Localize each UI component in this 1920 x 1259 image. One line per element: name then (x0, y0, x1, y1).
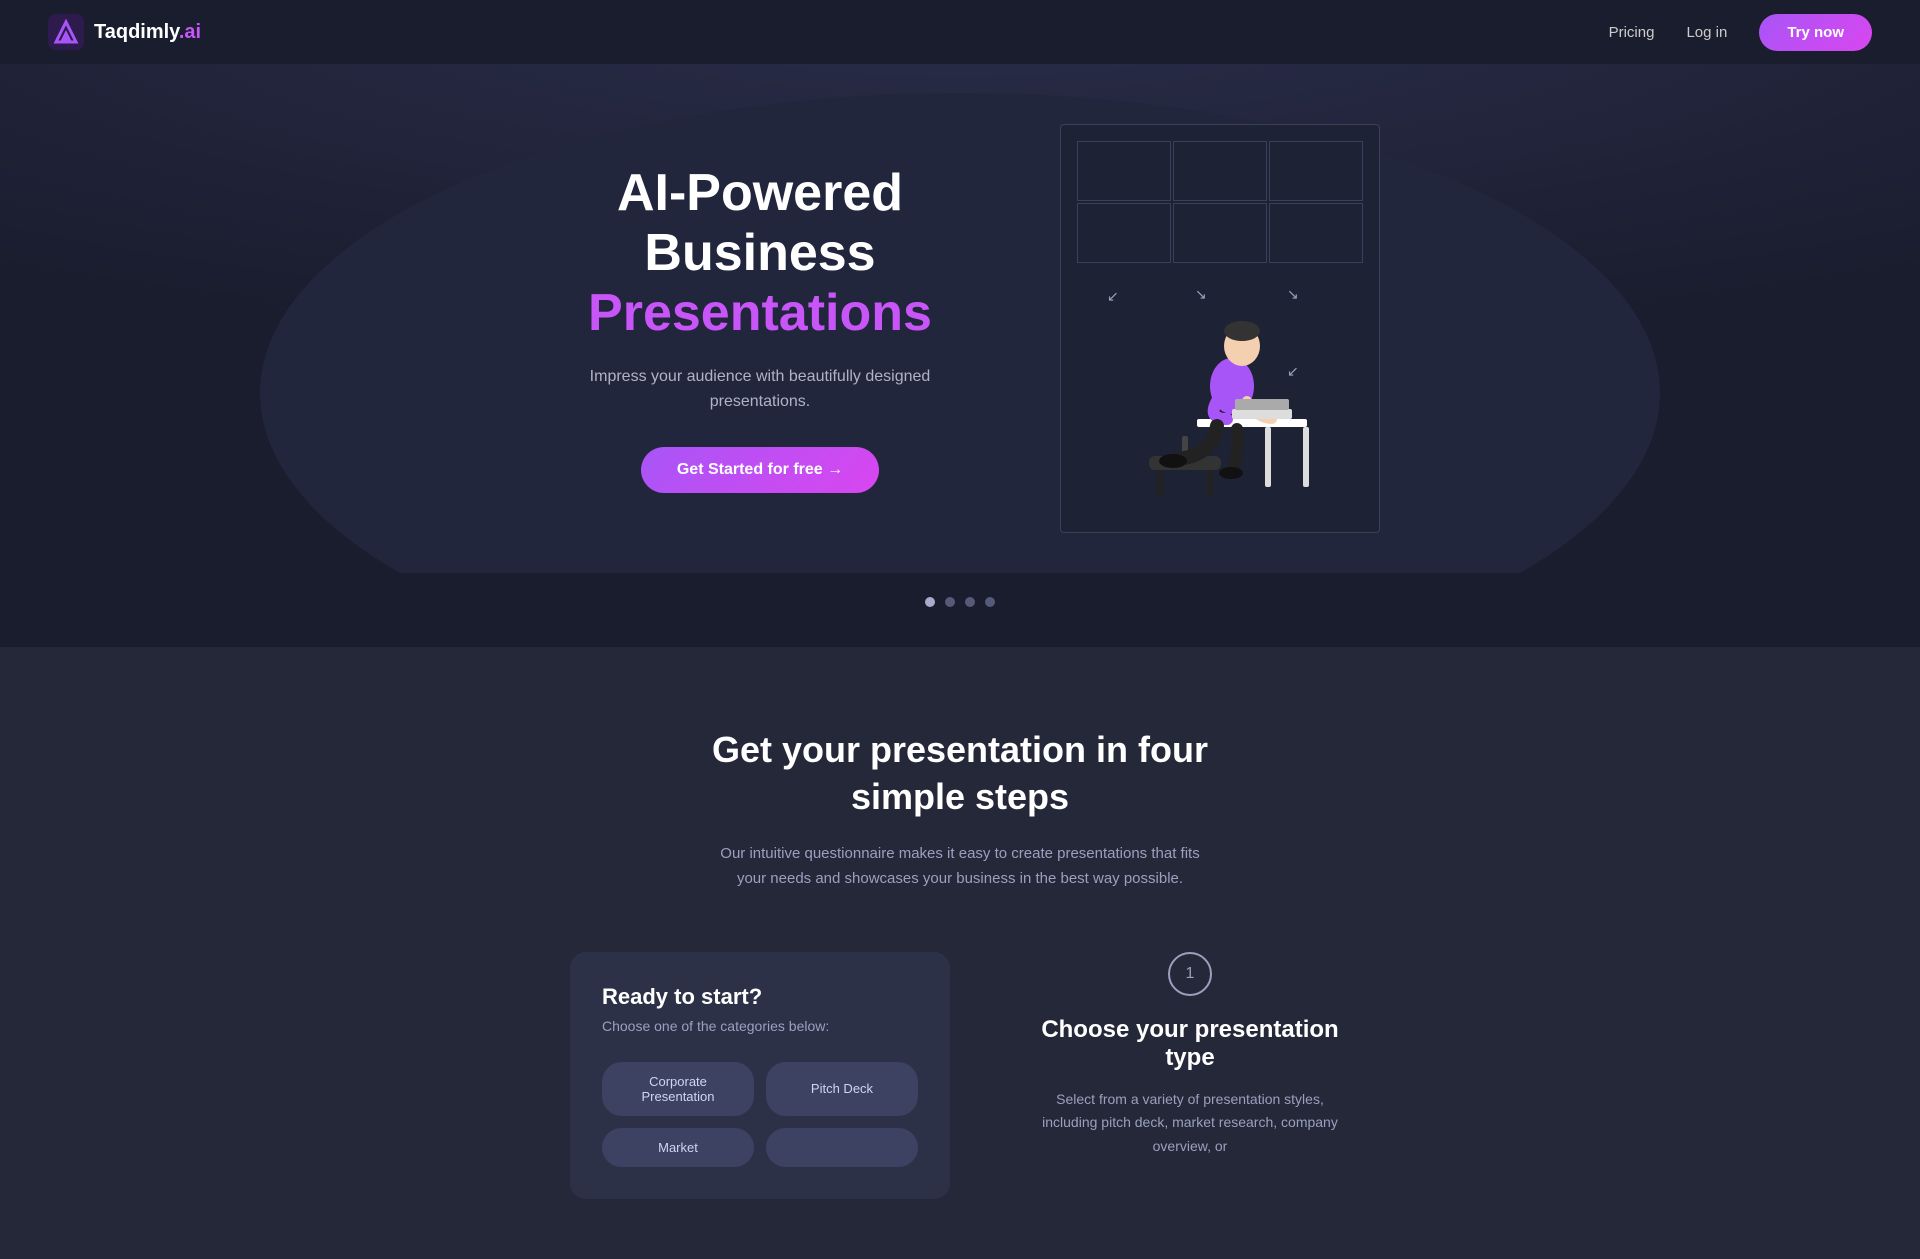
dot-3[interactable] (965, 597, 975, 607)
hero-title-accent: Presentations (540, 284, 980, 344)
grid-cell (1077, 203, 1171, 263)
svg-text:↘: ↘ (1287, 286, 1299, 302)
hero-title-line2: Business (540, 224, 980, 284)
grid-cell (1173, 203, 1267, 263)
nav-links: Pricing Log in Try now (1609, 14, 1872, 51)
step-number: 1 (1168, 952, 1212, 996)
grid-cell (1269, 141, 1363, 201)
hero-title-line1: AI-Powered (540, 164, 980, 224)
grid-cell (1077, 141, 1171, 201)
grid-cell (1269, 203, 1363, 263)
steps-content: Ready to start? Choose one of the catego… (410, 952, 1510, 1199)
hero-illustration: ↙ ↘ ↘ ↙ (1060, 124, 1380, 533)
pricing-link[interactable]: Pricing (1609, 24, 1655, 41)
get-started-button[interactable]: Get Started for free → (641, 447, 879, 493)
try-now-button[interactable]: Try now (1759, 14, 1872, 51)
steps-title: Get your presentation in four simple ste… (710, 727, 1210, 821)
step-name: Choose your presentation type (1030, 1016, 1350, 1072)
step-description: Select from a variety of presentation st… (1030, 1088, 1350, 1159)
navbar: Taqdimly.ai Pricing Log in Try now (0, 0, 1920, 64)
category-button-4[interactable] (766, 1128, 918, 1167)
dot-4[interactable] (985, 597, 995, 607)
steps-subtitle: Our intuitive questionnaire makes it eas… (720, 841, 1200, 892)
person-illustration: ↙ ↘ ↘ ↙ (1077, 271, 1317, 511)
card-description: Choose one of the categories below: (602, 1018, 918, 1034)
category-card: Ready to start? Choose one of the catego… (570, 952, 950, 1199)
logo[interactable]: Taqdimly.ai (48, 14, 201, 50)
svg-text:↘: ↘ (1195, 286, 1207, 302)
grid-cell (1173, 141, 1267, 201)
illustration-box: ↙ ↘ ↘ ↙ (1060, 124, 1380, 533)
logo-icon (48, 14, 84, 50)
category-grid: CorporatePresentation Pitch Deck Market (602, 1062, 918, 1167)
steps-section: Get your presentation in four simple ste… (0, 647, 1920, 1259)
market-button[interactable]: Market (602, 1128, 754, 1167)
hero-subtitle: Impress your audience with beautifully d… (540, 364, 980, 415)
carousel-dots (0, 573, 1920, 647)
card-title: Ready to start? (602, 984, 918, 1010)
steps-header: Get your presentation in four simple ste… (80, 727, 1840, 892)
dot-2[interactable] (945, 597, 955, 607)
dot-1[interactable] (925, 597, 935, 607)
step-1-info: 1 Choose your presentation type Select f… (1030, 952, 1350, 1159)
hero-section: AI-Powered Business Presentations Impres… (0, 0, 1920, 573)
login-link[interactable]: Log in (1686, 24, 1727, 41)
pitch-deck-button[interactable]: Pitch Deck (766, 1062, 918, 1116)
illustration-grid (1077, 141, 1363, 263)
hero-content: AI-Powered Business Presentations Impres… (360, 64, 1560, 573)
corporate-presentation-button[interactable]: CorporatePresentation (602, 1062, 754, 1116)
hero-text: AI-Powered Business Presentations Impres… (540, 164, 980, 493)
svg-text:↙: ↙ (1287, 363, 1299, 379)
svg-text:↙: ↙ (1107, 288, 1119, 304)
brand-name: Taqdimly.ai (94, 21, 201, 44)
